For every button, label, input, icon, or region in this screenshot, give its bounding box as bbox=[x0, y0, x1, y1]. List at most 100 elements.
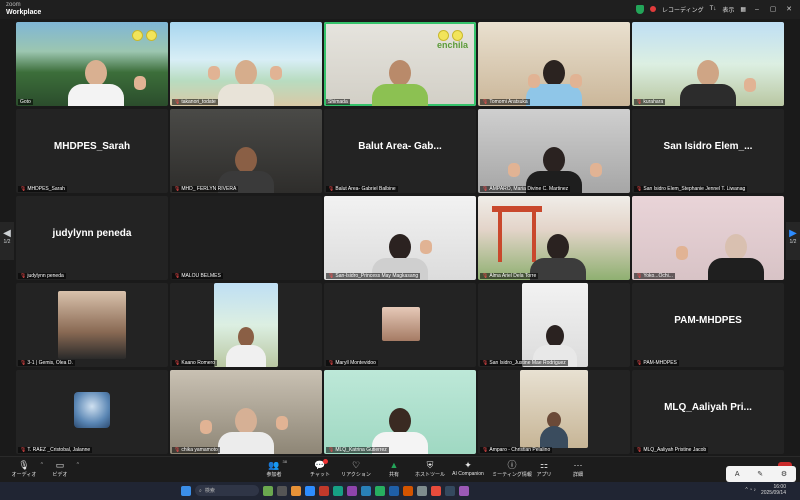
participant-tile[interactable]: 🎙 MALOU BELMES bbox=[170, 196, 322, 280]
waving-hand bbox=[528, 74, 540, 88]
mic-off-icon: 🎙 bbox=[20, 273, 27, 279]
participant-tile[interactable]: 🎙 AMPARO, Maria Divine C. Martinez bbox=[478, 109, 630, 193]
security-shield-icon[interactable] bbox=[636, 4, 645, 14]
app-icon[interactable] bbox=[417, 485, 427, 496]
close-button[interactable]: ✕ bbox=[784, 5, 794, 13]
system-tray[interactable]: ^ ◔ ♪ bbox=[745, 487, 756, 493]
mic-off-icon: 🎙 bbox=[636, 360, 643, 366]
chat-icon: 💬 bbox=[314, 460, 326, 470]
participant-display-name: PAM-MHDPES bbox=[674, 315, 742, 326]
participant-tile[interactable]: 🎙 chika yamamoto bbox=[170, 370, 322, 454]
recording-label[interactable]: レコーディング bbox=[662, 5, 704, 14]
mic-off-icon: 🎙 bbox=[174, 447, 181, 453]
participant-tile[interactable]: 🎙 San Isidro_Justine Mae Rodriguez bbox=[478, 283, 630, 367]
participant-tile[interactable]: 🎙 Amparo - Christian Pelalino bbox=[478, 370, 630, 454]
participant-label: 🎙 San Isidro Elem_Stephanie Jennel T. Liw… bbox=[634, 186, 748, 192]
participant-tile[interactable]: MLQ_Aaliyah Pri... 🎙 MLQ_Aaliyah Pristine… bbox=[632, 370, 784, 454]
participants-button[interactable]: 👥 38 参加者 bbox=[258, 459, 290, 478]
prev-page-button[interactable]: ◀ 1/2 bbox=[0, 222, 14, 260]
more-button[interactable]: ⋯ 詳細 bbox=[562, 459, 594, 478]
unread-badge bbox=[323, 459, 328, 464]
apps-label: アプリ bbox=[536, 472, 552, 478]
participant-tile[interactable]: 🎙 MLQ_Katrina Gutierrez bbox=[324, 370, 476, 454]
meeting-info-label: ミーティング情報 bbox=[492, 472, 532, 478]
zoom-app-icon[interactable] bbox=[305, 485, 315, 496]
participant-tile[interactable]: 🎙 MHD_ FERLYN RIVERA bbox=[170, 109, 322, 193]
participant-tile[interactable]: San Isidro Elem_... 🎙 San Isidro Elem_Ste… bbox=[632, 109, 784, 193]
audio-button[interactable]: 🎙 オーディオ ^ bbox=[8, 459, 43, 478]
edge-icon[interactable] bbox=[361, 485, 371, 496]
participant-tile[interactable]: 🎙 Alma Ariel Dela Torre bbox=[478, 196, 630, 280]
next-page-button[interactable]: ▶ 1/2 bbox=[786, 222, 800, 260]
participant-tile[interactable]: 🎙 kurahara bbox=[632, 22, 784, 106]
folder-icon[interactable] bbox=[291, 485, 301, 496]
participant-tile[interactable]: 🎙 3-1 | Gemis, Olea D. bbox=[16, 283, 168, 367]
app-icon[interactable] bbox=[347, 485, 357, 496]
participant-tile[interactable]: 🎙 San-Isidro_Princess May Magkasang bbox=[324, 196, 476, 280]
participant-tile[interactable]: 🎙 Tomomi Aratsuka bbox=[478, 22, 630, 106]
view-label[interactable]: 表示 bbox=[722, 5, 734, 14]
taskbar-icons: ⌕ 検索 bbox=[181, 485, 469, 496]
app-icon[interactable] bbox=[319, 485, 329, 496]
app-icon[interactable] bbox=[445, 485, 455, 496]
maximize-button[interactable]: ▢ bbox=[768, 5, 778, 13]
chevron-up-icon[interactable]: ^ bbox=[77, 462, 79, 468]
app-icon[interactable] bbox=[459, 485, 469, 496]
waving-hand bbox=[420, 240, 432, 254]
word-icon[interactable] bbox=[389, 485, 399, 496]
minimize-button[interactable]: – bbox=[752, 6, 762, 13]
chevron-up-icon[interactable]: ^ bbox=[41, 462, 43, 468]
mic-off-icon: 🎙 bbox=[328, 360, 335, 366]
video-button[interactable]: ▭ ビデオ ^ bbox=[44, 459, 79, 478]
share-label: 共有 bbox=[388, 472, 399, 478]
page-indicator-right: 1/2 bbox=[789, 239, 797, 245]
participant-label: 🎙 Yoko...Ochi... bbox=[634, 273, 675, 279]
text-size-icon[interactable]: A bbox=[735, 471, 740, 478]
gallery-grid: Goto 🎙 takanori_todate enchila Shimada 🎙 T… bbox=[16, 22, 784, 455]
participant-tile-active-speaker[interactable]: enchila Shimada bbox=[324, 22, 476, 106]
participant-video bbox=[530, 234, 586, 280]
participant-display-name: Balut Area- Gab... bbox=[358, 141, 442, 152]
mic-off-icon: 🎙 bbox=[482, 99, 489, 105]
clock[interactable]: 16:00 2025/09/14 bbox=[761, 484, 786, 496]
app-icon[interactable] bbox=[333, 485, 343, 496]
taskbar-search[interactable]: ⌕ 検索 bbox=[195, 485, 259, 496]
settings-gear-icon[interactable]: ⚙ bbox=[781, 470, 787, 478]
mic-off-icon: 🎙 bbox=[482, 273, 489, 279]
participant-tile[interactable]: 🎙 T. RAEZ _Cristobal, Jalanne bbox=[16, 370, 168, 454]
participant-tile[interactable]: Balut Area- Gab... 🎙 Balut Area- Gabriel … bbox=[324, 109, 476, 193]
participant-tile[interactable]: MHDPES_Sarah 🎙 MHDPES_Sarah bbox=[16, 109, 168, 193]
apps-button[interactable]: ⚏ アプリ bbox=[528, 459, 560, 478]
logo-zoom: zoom bbox=[6, 2, 21, 8]
app-icon[interactable] bbox=[277, 485, 287, 496]
mic-off-icon: 🎙 bbox=[482, 360, 489, 366]
powerpoint-icon[interactable] bbox=[403, 485, 413, 496]
ai-companion-button[interactable]: ✦ AI Companion bbox=[448, 459, 488, 477]
reactions-button[interactable]: ♡ リアクション bbox=[340, 459, 372, 478]
participant-label: 🎙 Maryll Montevidoo bbox=[326, 360, 378, 366]
participant-label: 🎙 T. RAEZ _Cristobal, Jalanne bbox=[18, 447, 93, 453]
waving-hand bbox=[744, 78, 756, 92]
ti-label[interactable]: T↓ bbox=[710, 6, 717, 12]
meeting-info-button[interactable]: ⓘ ミーティング情報 bbox=[492, 459, 532, 478]
participant-tile[interactable]: Goto bbox=[16, 22, 168, 106]
participant-tile[interactable]: 🎙 Yoko...Ochi... bbox=[632, 196, 784, 280]
search-placeholder: 検索 bbox=[204, 488, 215, 494]
windows-start-icon[interactable] bbox=[181, 485, 191, 496]
waving-hand bbox=[208, 66, 220, 80]
participant-tile[interactable]: judylynn peneda 🎙 judylynn peneda bbox=[16, 196, 168, 280]
chrome-icon[interactable] bbox=[431, 485, 441, 496]
excel-icon[interactable] bbox=[375, 485, 385, 496]
profile-photo bbox=[58, 291, 126, 359]
view-grid-icon[interactable]: ▦ bbox=[740, 6, 746, 13]
share-button[interactable]: ▲ 共有 bbox=[378, 459, 410, 478]
chat-button[interactable]: 💬 チャット bbox=[304, 459, 336, 478]
participant-tile[interactable]: PAM-MHDPES 🎙 PAM-MHDPES bbox=[632, 283, 784, 367]
participant-tile[interactable]: 🎙 Maryll Montevidoo bbox=[324, 283, 476, 367]
host-tools-button[interactable]: ⛨ ホストツール bbox=[414, 459, 446, 478]
edit-icon[interactable]: ✎ bbox=[757, 470, 763, 478]
participant-tile[interactable]: 🎙 Kaano Romero bbox=[170, 283, 322, 367]
participant-label: 🎙 Tomomi Aratsuka bbox=[480, 99, 530, 105]
app-icon[interactable] bbox=[263, 485, 273, 496]
participant-tile[interactable]: 🎙 takanori_todate bbox=[170, 22, 322, 106]
